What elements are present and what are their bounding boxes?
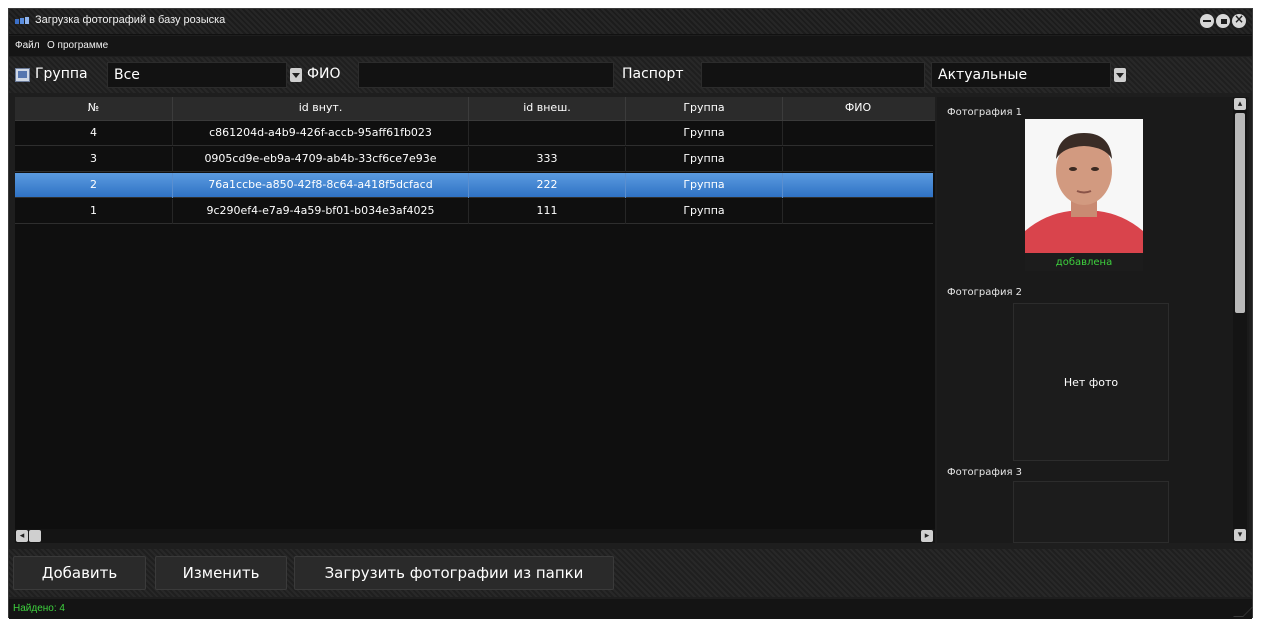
cell-group: Группа xyxy=(626,173,783,198)
photo-2[interactable]: Нет фото xyxy=(1013,303,1169,461)
close-icon: × xyxy=(1233,12,1245,26)
cell-fio xyxy=(783,173,933,198)
title-bar[interactable]: Загрузка фотографий в базу розыска × xyxy=(9,9,1252,35)
scroll-left-icon[interactable]: ◂ xyxy=(16,530,28,542)
column-header-group[interactable]: Группа xyxy=(626,97,783,121)
menu-about[interactable]: О программе xyxy=(47,40,108,51)
fio-label: ФИО xyxy=(307,66,341,82)
table-row[interactable]: 1 9c290ef4-e7a9-4a59-bf01-b034e3af4025 1… xyxy=(15,199,933,224)
app-icon xyxy=(15,17,29,24)
passport-label: Паспорт xyxy=(622,66,684,82)
cell-fio xyxy=(783,121,933,146)
table-row[interactable]: 3 0905cd9e-eb9a-4709-ab4b-33cf6ce7e93e 3… xyxy=(15,147,933,172)
records-table[interactable]: № id внут. id внеш. Группа ФИО 4 c861204… xyxy=(15,97,935,543)
cell-id-int: 0905cd9e-eb9a-4709-ab4b-33cf6ce7e93e xyxy=(173,147,469,172)
photo-1-title: Фотография 1 xyxy=(947,107,1023,118)
cell-num: 1 xyxy=(15,199,173,224)
scroll-up-icon[interactable]: ▴ xyxy=(1234,98,1246,110)
horizontal-scrollbar[interactable]: ◂ ▸ xyxy=(15,529,935,543)
column-header-num[interactable]: № xyxy=(15,97,173,121)
add-button[interactable]: Добавить xyxy=(13,556,146,590)
status-select[interactable]: Актуальные xyxy=(931,62,1111,88)
cell-id-int: c861204d-a4b9-426f-accb-95aff61fb023 xyxy=(173,121,469,146)
cell-id-ext: 111 xyxy=(469,199,626,224)
photo-1-status: добавлена xyxy=(1055,257,1113,268)
cell-id-int: 9c290ef4-e7a9-4a59-bf01-b034e3af4025 xyxy=(173,199,469,224)
vscroll-thumb[interactable] xyxy=(1235,113,1245,313)
table-header: № id внут. id внеш. Группа ФИО xyxy=(15,97,935,121)
close-button[interactable]: × xyxy=(1232,12,1246,28)
scroll-right-icon[interactable]: ▸ xyxy=(921,530,933,542)
group-label: Группа xyxy=(35,66,88,82)
fio-input[interactable] xyxy=(358,62,614,88)
cell-id-int: 76a1ccbe-a850-42f8-8c64-a418f5dcfacd xyxy=(173,173,469,198)
window-title: Загрузка фотографий в базу розыска xyxy=(35,14,226,26)
table-row-selected[interactable]: 2 76a1ccbe-a850-42f8-8c64-a418f5dcfacd 2… xyxy=(15,173,933,198)
photo-3[interactable] xyxy=(1013,481,1169,543)
main-window: Загрузка фотографий в базу розыска × Фай… xyxy=(8,8,1253,619)
cell-fio xyxy=(783,199,933,224)
maximize-button[interactable] xyxy=(1216,14,1230,28)
cell-id-ext: 222 xyxy=(469,173,626,198)
column-header-fio[interactable]: ФИО xyxy=(783,97,933,121)
minimize-button[interactable] xyxy=(1200,14,1214,28)
load-folder-button[interactable]: Загрузить фотографии из папки xyxy=(294,556,614,590)
passport-input[interactable] xyxy=(701,62,925,88)
cell-group: Группа xyxy=(626,199,783,224)
status-bar: Найдено: 4 xyxy=(9,599,1253,619)
column-header-id-ext[interactable]: id внеш. xyxy=(469,97,626,121)
action-bar: Добавить Изменить Загрузить фотографии и… xyxy=(9,549,1252,597)
menu-file[interactable]: Файл xyxy=(15,40,40,51)
photo-2-title: Фотография 2 xyxy=(947,287,1023,298)
photo-2-placeholder: Нет фото xyxy=(1063,376,1119,389)
cell-group: Группа xyxy=(626,121,783,146)
photo-3-title: Фотография 3 xyxy=(947,467,1023,478)
cell-id-ext xyxy=(469,121,626,146)
photo-1[interactable]: добавлена xyxy=(1025,119,1143,271)
hscroll-thumb[interactable] xyxy=(29,530,41,542)
cell-group: Группа xyxy=(626,147,783,172)
cell-num: 2 xyxy=(15,173,173,198)
group-select[interactable]: Все xyxy=(107,62,287,88)
menu-bar: Файл О программе xyxy=(9,36,1252,56)
table-row[interactable]: 4 c861204d-a4b9-426f-accb-95aff61fb023 Г… xyxy=(15,121,933,146)
status-dropdown-icon[interactable] xyxy=(1114,68,1126,82)
group-icon xyxy=(15,68,30,82)
cell-num: 4 xyxy=(15,121,173,146)
cell-id-ext: 333 xyxy=(469,147,626,172)
found-count: Найдено: 4 xyxy=(13,603,65,614)
resize-grip-icon[interactable] xyxy=(1233,607,1253,617)
column-header-id-int[interactable]: id внут. xyxy=(173,97,469,121)
cell-fio xyxy=(783,147,933,172)
edit-button[interactable]: Изменить xyxy=(155,556,287,590)
person-photo-image xyxy=(1025,119,1143,253)
group-dropdown-icon[interactable] xyxy=(290,68,302,82)
scroll-down-icon[interactable]: ▾ xyxy=(1234,529,1246,541)
vertical-scrollbar[interactable]: ▴ ▾ xyxy=(1233,97,1247,543)
cell-num: 3 xyxy=(15,147,173,172)
filter-bar: Группа Все ФИО Паспорт Актуальные xyxy=(9,57,1252,93)
photo-panel: Фотография 1 добавлена Фотография 2 Нет … xyxy=(937,97,1249,543)
